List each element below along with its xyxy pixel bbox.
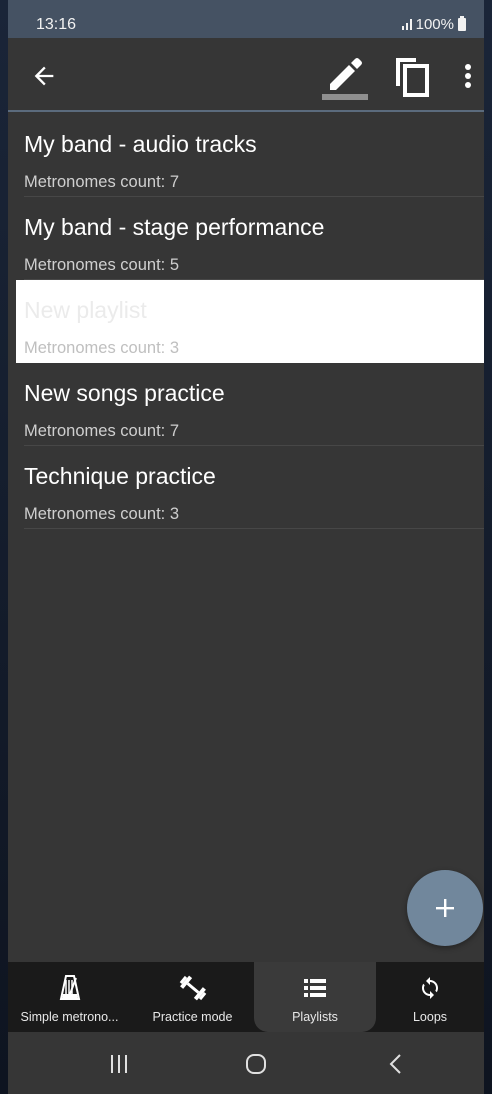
bottom-navigation: Simple metrono... Practice mode Playlist… (8, 962, 484, 1032)
home-icon (246, 1054, 266, 1074)
battery-percent: 100% (415, 15, 454, 33)
playlist-item[interactable]: Technique practice Metronomes count: 3 (8, 446, 484, 529)
toolbar (8, 38, 484, 112)
home-button[interactable] (244, 1052, 268, 1076)
metronomes-count: Metronomes count: 7 (24, 173, 179, 191)
playlist-name: New songs practice (24, 380, 225, 406)
nav-practice-mode[interactable]: Practice mode (131, 962, 254, 1032)
playlist-name: New playlist (24, 297, 147, 323)
battery-icon (458, 15, 466, 31)
playlist-name: My band - stage performance (24, 214, 325, 240)
copy-icon (396, 58, 429, 97)
nav-label: Playlists (292, 1010, 338, 1024)
arrow-left-icon (34, 66, 54, 86)
metronome-icon (59, 975, 80, 1000)
playlist-item[interactable]: My band - audio tracks Metronomes count:… (8, 114, 484, 197)
status-time: 13:16 (36, 16, 77, 33)
metronomes-count: Metronomes count: 3 (24, 505, 179, 523)
device-frame-right (484, 0, 492, 1094)
nav-simple-metronome[interactable]: Simple metrono... (8, 962, 131, 1032)
metronomes-count: Metronomes count: 7 (24, 422, 179, 440)
nav-label: Loops (412, 1010, 448, 1024)
playlist-item[interactable]: My band - stage performance Metronomes c… (8, 197, 484, 280)
status-indicators: 100% (400, 15, 466, 33)
list-icon (304, 979, 326, 997)
playlist-item[interactable]: New songs practice Metronomes count: 7 (8, 363, 484, 446)
signal-icon (400, 17, 414, 31)
dumbbell-icon (179, 975, 206, 1001)
chevron-left-icon (389, 1054, 401, 1074)
app-screen: 13:16 100% My band - audio tracks Metron… (8, 0, 484, 1094)
sync-icon (422, 977, 438, 999)
playlist-name: Technique practice (24, 463, 216, 489)
metronomes-count: Metronomes count: 5 (24, 256, 179, 274)
status-bar: 13:16 100% (8, 0, 484, 38)
plus-icon (436, 899, 454, 917)
recent-apps-button[interactable] (106, 1052, 132, 1076)
recents-icon (111, 1055, 127, 1073)
divider (24, 528, 484, 529)
more-vertical-icon (465, 64, 471, 88)
back-button[interactable] (26, 58, 62, 94)
copy-button[interactable] (388, 52, 436, 100)
device-frame-left (0, 0, 8, 1094)
system-back-button[interactable] (386, 1052, 406, 1076)
playlist-list: My band - audio tracks Metronomes count:… (8, 114, 484, 529)
edit-button[interactable] (318, 48, 372, 104)
more-options-button[interactable] (456, 54, 480, 98)
pencil-icon (322, 58, 368, 100)
add-playlist-button[interactable] (407, 870, 483, 946)
nav-label: Simple metrono... (20, 1010, 119, 1024)
system-navigation-bar (8, 1032, 484, 1094)
playlist-name: My band - audio tracks (24, 131, 257, 157)
nav-loops[interactable]: Loops (376, 962, 484, 1032)
metronomes-count: Metronomes count: 3 (24, 339, 179, 357)
nav-label: Practice mode (152, 1010, 233, 1024)
playlist-item-selected[interactable]: New playlist Metronomes count: 3 (16, 280, 484, 363)
nav-playlists[interactable]: Playlists (254, 962, 376, 1032)
